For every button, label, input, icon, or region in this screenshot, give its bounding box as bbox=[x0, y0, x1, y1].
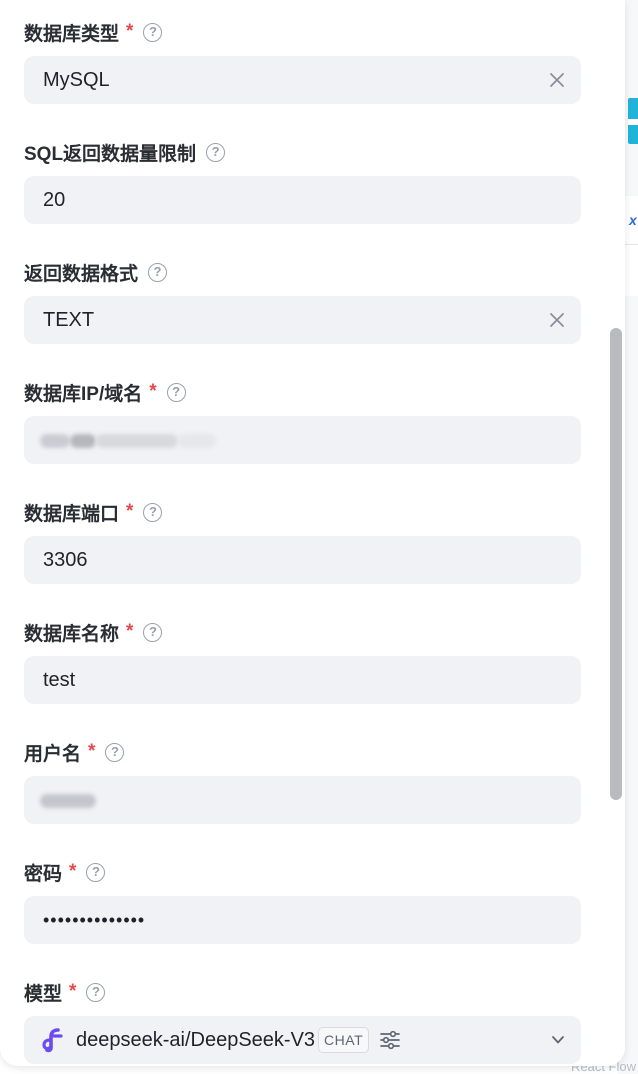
db-type-field: 数据库类型 * ? MySQL bbox=[24, 20, 581, 104]
canvas-node-edge-x: x bbox=[624, 196, 638, 244]
return-format-select[interactable]: TEXT bbox=[24, 296, 581, 344]
username-field: 用户名 * ? bbox=[24, 740, 581, 824]
sql-limit-input[interactable]: 20 bbox=[24, 176, 581, 224]
panel-scrollbar-thumb[interactable] bbox=[610, 328, 622, 800]
username-label-row: 用户名 * ? bbox=[24, 740, 581, 765]
db-host-field: 数据库IP/域名 * ? bbox=[24, 380, 581, 464]
db-name-field: 数据库名称 * ? test bbox=[24, 620, 581, 704]
sql-limit-field: SQL返回数据量限制 ? 20 bbox=[24, 140, 581, 224]
help-icon[interactable]: ? bbox=[166, 382, 186, 402]
db-port-field: 数据库端口 * ? 3306 bbox=[24, 500, 581, 584]
help-icon[interactable]: ? bbox=[86, 982, 106, 1002]
password-masked-value: •••••••••••••• bbox=[43, 910, 146, 930]
model-label-row: 模型 * ? bbox=[24, 980, 581, 1005]
return-format-field: 返回数据格式 ? TEXT bbox=[24, 260, 581, 344]
db-type-label: 数据库类型 bbox=[24, 23, 120, 45]
node-config-panel: 数据库类型 * ? MySQL SQL返回数据量限制 ? 20 返回数据格式 ?… bbox=[0, 0, 625, 1066]
return-format-label: 返回数据格式 bbox=[24, 263, 139, 285]
model-value: deepseek-ai/DeepSeek-V3 bbox=[76, 1029, 316, 1051]
db-type-select[interactable]: MySQL bbox=[24, 56, 581, 104]
required-mark: * bbox=[69, 981, 77, 1002]
clear-icon[interactable] bbox=[548, 311, 566, 329]
db-name-value: test bbox=[43, 669, 76, 691]
password-field: 密码 * ? •••••••••••••• bbox=[24, 860, 581, 944]
required-mark: * bbox=[126, 501, 134, 522]
help-icon[interactable]: ? bbox=[143, 22, 163, 42]
db-port-label-row: 数据库端口 * ? bbox=[24, 500, 581, 525]
redacted-value bbox=[178, 433, 216, 448]
return-format-value: TEXT bbox=[43, 309, 95, 331]
model-type-badge: CHAT bbox=[318, 1027, 370, 1053]
help-icon[interactable]: ? bbox=[143, 622, 163, 642]
username-label: 用户名 bbox=[24, 743, 82, 765]
help-icon[interactable]: ? bbox=[86, 862, 106, 882]
db-name-label-row: 数据库名称 * ? bbox=[24, 620, 581, 645]
sql-limit-value: 20 bbox=[43, 189, 66, 211]
db-name-input[interactable]: test bbox=[24, 656, 581, 704]
db-host-label-row: 数据库IP/域名 * ? bbox=[24, 380, 581, 405]
model-select[interactable]: deepseek-ai/DeepSeek-V3 CHAT bbox=[24, 1016, 581, 1064]
canvas-node-gap bbox=[628, 119, 638, 125]
required-mark: * bbox=[149, 381, 157, 402]
sql-limit-label-row: SQL返回数据量限制 ? bbox=[24, 140, 581, 165]
redacted-value bbox=[70, 433, 96, 448]
db-type-value: MySQL bbox=[43, 69, 110, 91]
password-label-row: 密码 * ? bbox=[24, 860, 581, 885]
redacted-value bbox=[96, 433, 178, 448]
db-type-label-row: 数据库类型 * ? bbox=[24, 20, 581, 45]
redacted-value bbox=[40, 433, 70, 448]
db-host-input[interactable] bbox=[24, 416, 581, 464]
required-mark: * bbox=[126, 21, 134, 42]
db-name-label: 数据库名称 bbox=[24, 623, 120, 645]
canvas-node-edge bbox=[624, 244, 638, 296]
help-icon[interactable]: ? bbox=[206, 142, 226, 162]
username-input[interactable] bbox=[24, 776, 581, 824]
redacted-value bbox=[40, 793, 96, 808]
help-icon[interactable]: ? bbox=[143, 502, 163, 522]
sql-limit-label: SQL返回数据量限制 bbox=[24, 143, 197, 165]
model-field: 模型 * ? deepseek-ai/DeepSeek-V3 CHAT bbox=[24, 980, 581, 1064]
clear-icon[interactable] bbox=[548, 71, 566, 89]
db-port-input[interactable]: 3306 bbox=[24, 536, 581, 584]
help-icon[interactable]: ? bbox=[148, 262, 168, 282]
password-label: 密码 bbox=[24, 863, 63, 885]
required-mark: * bbox=[69, 861, 77, 882]
chevron-down-icon[interactable] bbox=[551, 1034, 565, 1046]
return-format-label-row: 返回数据格式 ? bbox=[24, 260, 581, 285]
required-mark: * bbox=[126, 621, 134, 642]
db-port-label: 数据库端口 bbox=[24, 503, 120, 525]
deepseek-logo-icon bbox=[42, 1028, 63, 1053]
help-icon[interactable]: ? bbox=[105, 742, 125, 762]
required-mark: * bbox=[88, 741, 96, 762]
db-port-value: 3306 bbox=[43, 549, 88, 571]
model-label: 模型 bbox=[24, 983, 63, 1005]
password-input[interactable]: •••••••••••••• bbox=[24, 896, 581, 944]
db-host-label: 数据库IP/域名 bbox=[24, 383, 143, 405]
settings-sliders-icon[interactable] bbox=[379, 1029, 401, 1051]
